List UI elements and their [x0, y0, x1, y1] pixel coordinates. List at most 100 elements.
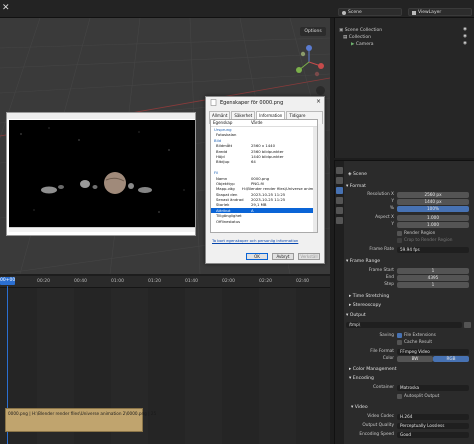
crop-region-checkbox[interactable]	[397, 238, 402, 243]
stereoscopy-panel-header[interactable]: ▸ Stereoscopy	[349, 302, 381, 309]
format-panel-header[interactable]: ▾ Format	[346, 183, 366, 190]
timeline-ruler[interactable]: 00:20 00:40 01:00 01:20 01:40 02:00 02:2…	[0, 276, 330, 288]
video-panel-header[interactable]: ▾ Video	[351, 404, 368, 411]
view-layer-selector[interactable]: ViewLayer	[408, 8, 472, 16]
visibility-eye-icon[interactable]: ◉	[463, 34, 467, 39]
remove-properties-link[interactable]: Ta bort egenskaper och personlig informa…	[212, 238, 298, 243]
view-layer-tab-icon[interactable]	[336, 197, 343, 204]
color-rgb-button[interactable]: RGB	[433, 356, 469, 362]
time-stretching-panel-header[interactable]: ▸ Time Stretching	[349, 293, 389, 300]
properties-context: ◈ Scene	[348, 172, 368, 177]
time-tick: 00:20	[37, 279, 50, 284]
frame-step-field[interactable]: 1	[397, 282, 469, 288]
resolution-x-field[interactable]: 2560 px	[397, 192, 469, 198]
top-bar: ✕ Scene ViewLayer	[0, 0, 474, 18]
cancel-button[interactable]: Avbryt	[272, 253, 294, 260]
aspect-y-label: Y	[391, 222, 394, 227]
column-value[interactable]: Värde	[249, 120, 262, 126]
frame-rate-select[interactable]: 59.94 fps	[397, 247, 469, 253]
outliner-item-collection[interactable]: ▤ Collection	[343, 34, 371, 41]
cache-result-checkbox[interactable]	[397, 340, 402, 345]
properties-editor[interactable]: ◈ Scene ▾ Format Resolution X 2560 px Y …	[334, 160, 474, 444]
video-codec-select[interactable]: H.264	[397, 414, 469, 420]
color-bw-button[interactable]: BW	[397, 356, 433, 362]
file-extensions-checkbox[interactable]	[397, 333, 402, 338]
view-layer-icon	[412, 11, 416, 15]
properties-tabs	[335, 161, 344, 444]
color-management-panel-header[interactable]: ▸ Color Management	[349, 366, 397, 373]
property-value	[249, 219, 251, 224]
time-tick: 02:20	[259, 279, 272, 284]
render-region-checkbox[interactable]	[397, 231, 402, 236]
aspect-x-field[interactable]: 1.000	[397, 215, 469, 221]
frame-step-label: Step	[384, 282, 394, 287]
frame-range-panel-header[interactable]: ▾ Frame Range	[346, 258, 380, 265]
frame-end-field[interactable]: 4395	[397, 275, 469, 281]
tool-tab-icon[interactable]	[336, 167, 343, 174]
visibility-eye-icon[interactable]: ◉	[463, 41, 467, 46]
time-tick: 02:40	[296, 279, 309, 284]
scene-label: Scene	[348, 10, 362, 15]
time-tick: 02:00	[222, 279, 235, 284]
autosplit-checkbox[interactable]	[397, 394, 402, 399]
render-region-label: Render Region	[404, 231, 436, 236]
frame-start-field[interactable]: 1	[397, 268, 469, 274]
playhead[interactable]: 00+00	[0, 277, 15, 285]
output-path-field[interactable]: /tmp\	[346, 322, 462, 328]
property-name: Offlinestatus	[216, 218, 241, 224]
scene-icon	[342, 11, 346, 15]
frame-start-label: Frame Start	[368, 268, 394, 273]
file-format-label: File Format	[370, 349, 394, 354]
aspect-x-label: Aspect X	[375, 215, 394, 220]
time-tick: 01:40	[185, 279, 198, 284]
render-window-statusbar	[9, 227, 195, 232]
resolution-y-field[interactable]: 1440 px	[397, 199, 469, 205]
property-list-header: Egenskap Värde	[211, 120, 317, 127]
visibility-eye-icon[interactable]: ◉	[463, 27, 467, 32]
resolution-percent-label: %	[389, 206, 394, 211]
encoding-panel-header[interactable]: ▾ Encoding	[349, 375, 374, 382]
render-tab-icon[interactable]	[336, 177, 343, 184]
property-list-scrollbar[interactable]	[313, 127, 317, 232]
zoom-icon[interactable]	[316, 86, 325, 95]
aspect-y-field[interactable]: 1.000	[397, 222, 469, 228]
sequencer-timeline[interactable]: 00:20 00:40 01:00 01:20 01:40 02:00 02:2…	[0, 276, 330, 444]
scene-selector[interactable]: Scene	[338, 8, 402, 16]
apply-button[interactable]: Verkställ	[298, 253, 320, 260]
close-icon[interactable]: ✕	[2, 2, 12, 14]
output-quality-label: Output Quality	[362, 423, 394, 428]
dialog-close-button[interactable]: ×	[316, 98, 321, 105]
property-rows: Ursprung Fotoskalan Bild Bildmått 2560 x 144…	[211, 127, 317, 224]
output-tab-icon[interactable]	[336, 187, 343, 194]
time-tick: 01:00	[111, 279, 124, 284]
render-window	[6, 112, 196, 236]
outliner-item-label: Collection	[348, 35, 371, 40]
property-list[interactable]: Egenskap Värde Ursprung Fotoskalan Bild Bil…	[210, 119, 318, 233]
resolution-y-label: Y	[391, 199, 394, 204]
file-icon	[210, 99, 217, 106]
world-tab-icon[interactable]	[336, 217, 343, 224]
video-codec-label: Video Codec	[367, 414, 394, 419]
outliner[interactable]: ▣ Scene Collection ▤ Collection ▶ Camera…	[334, 18, 474, 158]
scene-tab-icon[interactable]	[336, 207, 343, 214]
render-window-titlebar	[7, 113, 195, 119]
outliner-item-camera[interactable]: ▶ Camera	[351, 41, 374, 48]
outliner-item-scene-collection[interactable]: ▣ Scene Collection	[339, 27, 382, 34]
cache-result-label: Cache Result	[404, 340, 433, 345]
ok-button[interactable]: OK	[246, 253, 268, 260]
column-property[interactable]: Egenskap	[211, 120, 249, 126]
resolution-x-label: Resolution X	[367, 192, 394, 197]
encoding-speed-select[interactable]: Good	[397, 432, 469, 438]
output-panel-header[interactable]: ▾ Output	[346, 312, 366, 319]
file-format-select[interactable]: FFmpeg Video	[397, 349, 469, 355]
output-quality-select[interactable]: Perceptually Lossless	[397, 423, 469, 429]
options-button[interactable]: Options	[300, 27, 326, 36]
container-select[interactable]: Matroska	[397, 385, 469, 391]
navigation-gizmo[interactable]	[293, 40, 327, 84]
render-image	[9, 120, 195, 232]
image-strip[interactable]: 0000.png | H:\Blender render files\Unive…	[5, 408, 156, 432]
folder-icon[interactable]	[464, 322, 471, 328]
resolution-percent-slider[interactable]: 100%	[397, 206, 469, 212]
outliner-item-label: Camera	[355, 42, 374, 47]
property-row[interactable]: Offlinestatus	[211, 219, 317, 224]
